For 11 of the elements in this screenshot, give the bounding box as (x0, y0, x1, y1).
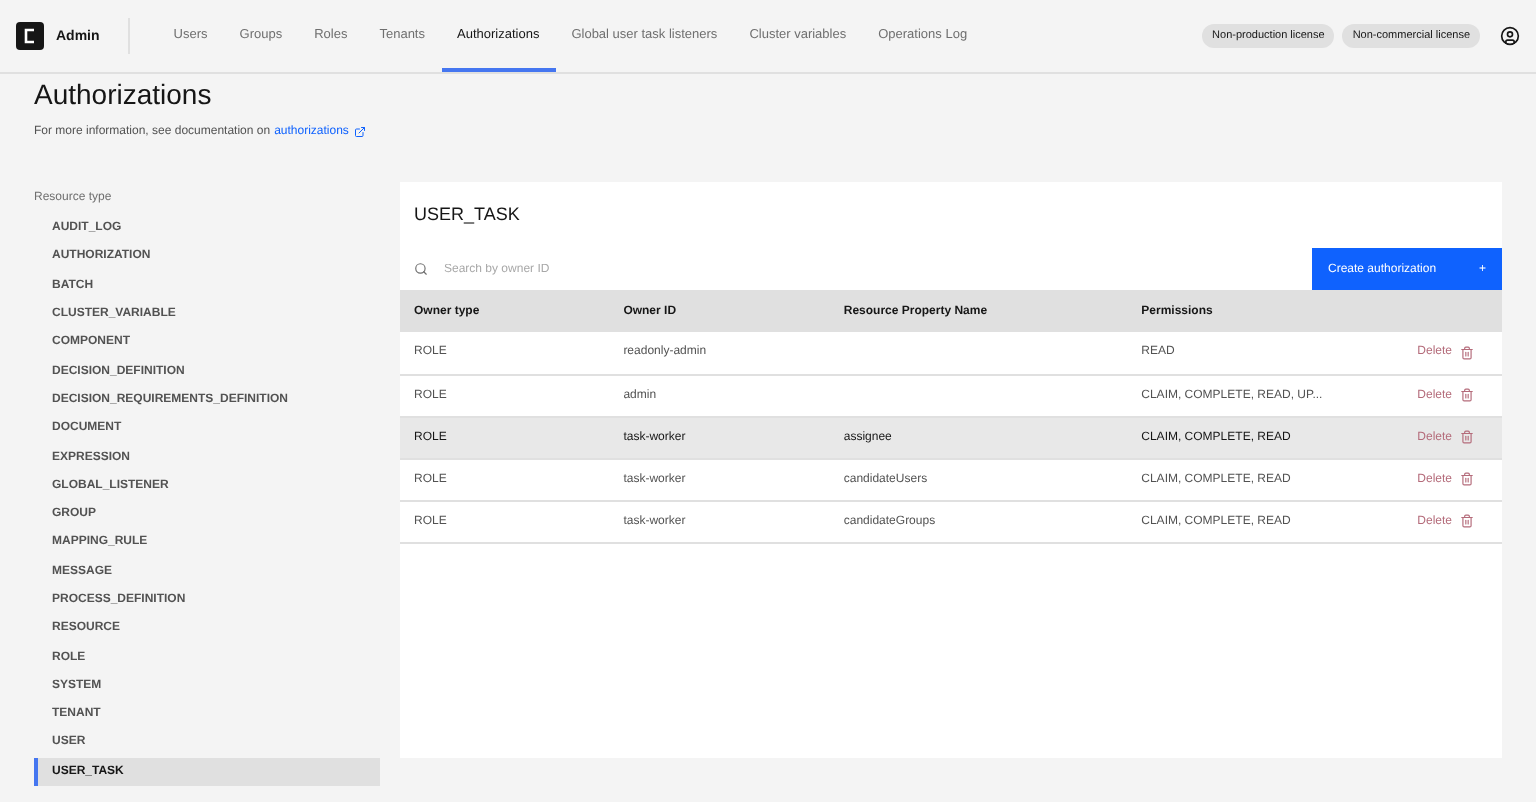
external-link-icon (354, 126, 367, 138)
page-title: Authorizations (34, 76, 214, 110)
trash-icon (1460, 430, 1474, 444)
trash-icon (1460, 472, 1474, 486)
trash-icon (1460, 514, 1474, 528)
panel-title: USER_TASK (414, 204, 520, 224)
search-icon (414, 262, 428, 276)
user-icon[interactable] (1500, 26, 1520, 46)
trash-icon (1460, 345, 1474, 360)
logo-icon (16, 22, 44, 50)
trash-icon (1460, 388, 1474, 402)
